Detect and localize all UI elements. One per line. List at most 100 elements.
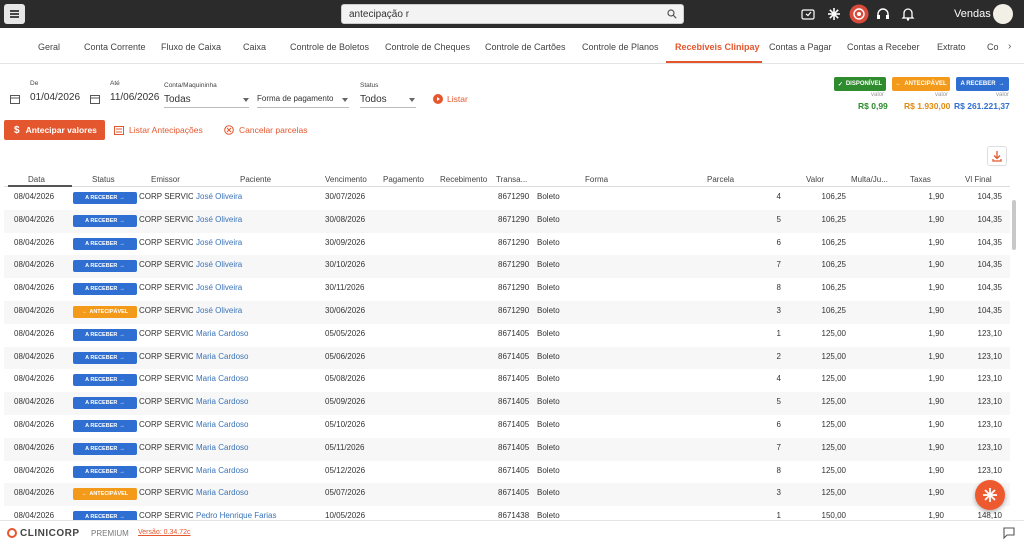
col-vl-final[interactable]: Vl Final xyxy=(965,175,992,184)
col-paciente[interactable]: Paciente xyxy=(240,175,271,184)
col-transacao[interactable]: Transa... xyxy=(496,175,527,184)
cell-paciente[interactable]: José Oliveira xyxy=(196,192,316,201)
table-row[interactable]: 08/04/2026 CORP SERVICOSMaria Cardoso 05/0… xyxy=(4,392,1010,415)
status-select[interactable]: Todos xyxy=(360,94,387,105)
cell-paciente[interactable]: Maria Cardoso xyxy=(196,443,316,452)
table-row[interactable]: 08/04/2026 CORP SERVICOSMaria Cardoso 05/1… xyxy=(4,437,1010,461)
record-icon[interactable] xyxy=(849,4,869,24)
cell-paciente[interactable]: Maria Cardoso xyxy=(196,329,316,338)
status-badge[interactable]: A RECEBER → xyxy=(73,260,137,273)
status-badge[interactable]: A RECEBER → xyxy=(73,328,137,341)
status-badge[interactable]: A RECEBER → xyxy=(73,283,137,296)
col-forma[interactable]: Forma xyxy=(585,175,608,184)
tab-controle-de-planos[interactable]: Controle de Planos xyxy=(582,42,659,52)
table-row[interactable]: 08/04/2026 CORP SERVICOSMaria Cardoso 05/1… xyxy=(4,461,1010,484)
col-data[interactable]: Data xyxy=(28,175,45,184)
status-badge[interactable]: A RECEBER → xyxy=(73,420,137,432)
fab-assistant-button[interactable] xyxy=(975,480,1005,510)
search-box[interactable] xyxy=(341,4,684,24)
antecipavel-badge[interactable]: ← ANTECIPÁVEL xyxy=(892,77,950,91)
tabs-next-arrow-icon[interactable]: › xyxy=(1008,41,1011,52)
table-row[interactable]: 08/04/2026 CORP SERVICOSMaria Cardoso 05/0… xyxy=(4,324,1010,347)
table-row[interactable]: 08/04/2026 CORP SERVICOSMaria Cardoso 05/0… xyxy=(4,346,1010,370)
table-row[interactable]: 08/04/2026 CORP SERVICOSJosé Oliveira 30/0… xyxy=(4,209,1010,233)
status-badge[interactable]: A RECEBER → xyxy=(73,237,137,250)
chat-icon[interactable] xyxy=(1003,527,1015,539)
col-valor[interactable]: Valor xyxy=(806,175,824,184)
cell-paciente[interactable]: José Oliveira xyxy=(196,260,316,269)
cell-paciente[interactable]: Maria Cardoso xyxy=(196,488,316,497)
search-icon[interactable] xyxy=(667,9,677,19)
asterisk-icon[interactable] xyxy=(826,6,842,22)
ate-date-input[interactable]: 11/06/2026 xyxy=(110,92,159,103)
col-vencimento[interactable]: Vencimento xyxy=(325,175,367,184)
status-badge[interactable]: ← ANTECIPÁVEL xyxy=(73,488,137,501)
table-row[interactable]: 08/04/2026 CORP SERVICOSJosé Oliveira 30/0… xyxy=(4,301,1010,324)
col-taxas[interactable]: Taxas xyxy=(910,175,931,184)
version-link[interactable]: Versão: 0.34.72c xyxy=(138,529,191,536)
status-badge[interactable]: A RECEBER → xyxy=(73,442,137,455)
col-recebimento[interactable]: Recebimento xyxy=(440,175,487,184)
table-row[interactable]: 08/04/2026 CORP SERVICOSJosé Oliveira 30/1… xyxy=(4,278,1010,301)
video-call-icon[interactable] xyxy=(800,6,816,22)
chevron-down-icon[interactable] xyxy=(409,98,415,102)
calendar-icon[interactable] xyxy=(90,94,100,104)
tab-geral[interactable]: Geral xyxy=(38,42,60,52)
cell-paciente[interactable]: Maria Cardoso xyxy=(196,466,316,475)
tab-controle-de-cartoes[interactable]: Controle de Cartões xyxy=(485,42,566,52)
tab-recebiveis-clinipay[interactable]: Recebíveis Clinipay xyxy=(675,42,760,52)
cell-paciente[interactable]: José Oliveira xyxy=(196,283,316,292)
status-badge[interactable]: A RECEBER → xyxy=(73,214,137,227)
table-row[interactable]: 08/04/2026 CORP SERVICOSJosé Oliveira 30/0… xyxy=(4,233,1010,256)
forma-pagamento-select[interactable]: Forma de pagamento xyxy=(257,94,334,103)
cell-paciente[interactable]: Maria Cardoso xyxy=(196,352,316,361)
chevron-down-icon[interactable] xyxy=(243,98,249,102)
headset-icon[interactable] xyxy=(875,6,891,22)
user-name[interactable]: Vendas xyxy=(954,8,991,20)
tab-contas-a-receber[interactable]: Contas a Receber xyxy=(847,42,920,52)
menu-icon[interactable] xyxy=(4,4,25,24)
col-multa[interactable]: Multa/Ju... xyxy=(851,175,888,184)
tab-caixa[interactable]: Caixa xyxy=(243,42,266,52)
search-input[interactable] xyxy=(349,7,649,21)
status-badge[interactable]: A RECEBER → xyxy=(73,511,137,520)
status-badge[interactable]: A RECEBER → xyxy=(73,192,137,204)
download-button[interactable] xyxy=(987,146,1007,166)
cancelar-parcelas-button[interactable]: Cancelar parcelas xyxy=(224,125,308,135)
tab-controle-de-boletos[interactable]: Controle de Boletos xyxy=(290,42,369,52)
status-badge[interactable]: ← ANTECIPÁVEL xyxy=(73,306,137,318)
col-status[interactable]: Status xyxy=(92,175,115,184)
table-row[interactable]: 08/04/2026 CORP SERVICOSMaria Cardoso 05/0… xyxy=(4,369,1010,392)
status-badge[interactable]: A RECEBER → xyxy=(73,397,137,410)
tab-fluxo-de-caixa[interactable]: Fluxo de Caixa xyxy=(161,42,221,52)
antecipar-valores-button[interactable]: $ Antecipar valores xyxy=(4,120,105,140)
chevron-down-icon[interactable] xyxy=(342,98,348,102)
bell-icon[interactable] xyxy=(900,6,916,22)
a-receber-badge[interactable]: A RECEBER → xyxy=(956,77,1009,91)
de-date-input[interactable]: 01/04/2026 xyxy=(30,92,80,103)
cell-paciente[interactable]: Maria Cardoso xyxy=(196,397,316,406)
cell-paciente[interactable]: Pedro Henrique Farias xyxy=(196,511,316,520)
col-pagamento[interactable]: Pagamento xyxy=(383,175,424,184)
status-badge[interactable]: A RECEBER → xyxy=(73,374,137,387)
cell-paciente[interactable]: Maria Cardoso xyxy=(196,374,316,383)
tab-conta-corrente[interactable]: Conta Corrente xyxy=(84,42,146,52)
tab-controle-de-cheques[interactable]: Controle de Cheques xyxy=(385,42,470,52)
tab-contas-a-pagar[interactable]: Contas a Pagar xyxy=(769,42,832,52)
col-parcela[interactable]: Parcela xyxy=(707,175,734,184)
tab-extrato[interactable]: Extrato xyxy=(937,42,966,52)
conta-select[interactable]: Todas xyxy=(164,94,191,105)
table-row[interactable]: 08/04/2026 CORP SERVICOSJosé Oliveira 30/0… xyxy=(4,187,1010,210)
listar-antecipacoes-button[interactable]: Listar Antecipações xyxy=(114,125,203,135)
table-row[interactable]: 08/04/2026 CORP SERVICOSMaria Cardoso 05/0… xyxy=(4,483,1010,507)
scrollbar[interactable] xyxy=(1012,200,1016,250)
table-row[interactable]: 08/04/2026 CORP SERVICOSPedro Henrique Fa… xyxy=(4,506,1010,520)
calendar-icon[interactable] xyxy=(10,94,20,104)
cell-paciente[interactable]: José Oliveira xyxy=(196,238,316,247)
table-row[interactable]: 08/04/2026 CORP SERVICOSMaria Cardoso 05/1… xyxy=(4,415,1010,438)
cell-paciente[interactable]: José Oliveira xyxy=(196,215,316,224)
avatar[interactable] xyxy=(993,4,1013,24)
status-badge[interactable]: A RECEBER → xyxy=(73,351,137,364)
listar-button[interactable]: Listar xyxy=(433,94,468,104)
status-badge[interactable]: A RECEBER → xyxy=(73,465,137,478)
